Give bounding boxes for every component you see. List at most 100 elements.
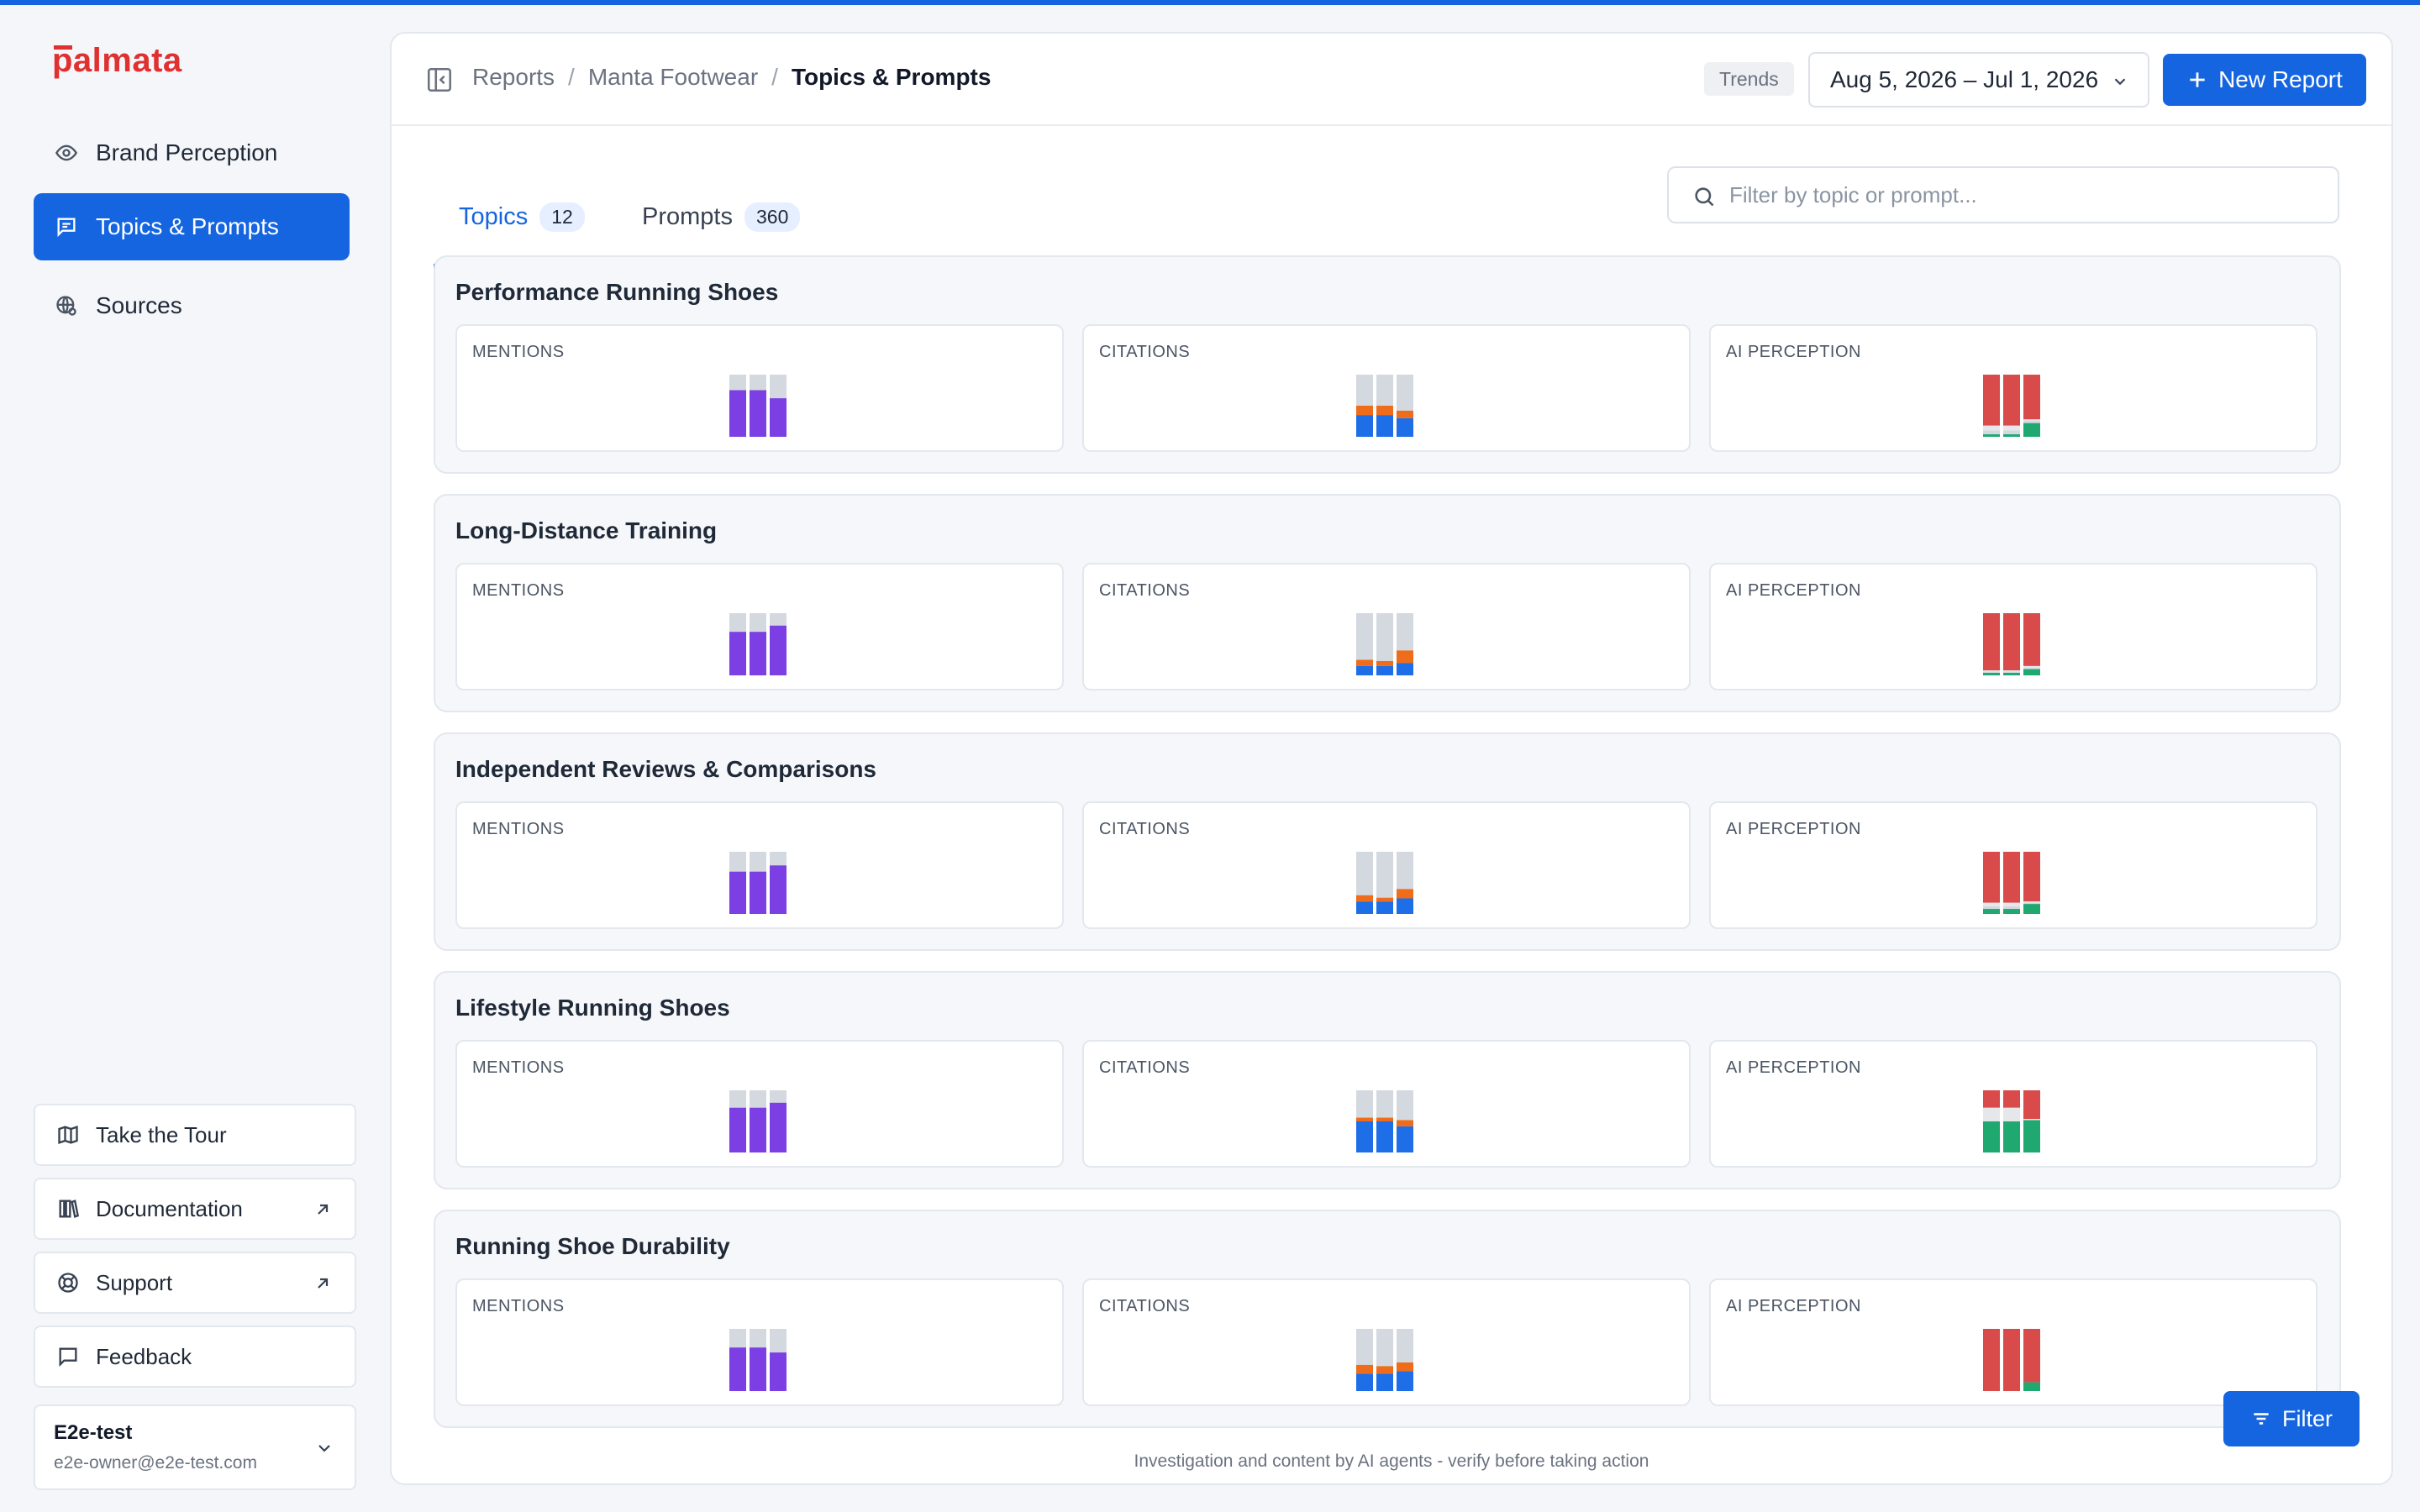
citations-metric-card[interactable]: CITATIONS xyxy=(1082,324,1691,452)
perception-metric-card[interactable]: AI PERCEPTION xyxy=(1709,563,2317,690)
topic-card[interactable]: Performance Running Shoes MENTIONS CITATIO… xyxy=(434,255,2341,474)
perception-neutral-segment xyxy=(1983,425,2000,431)
perception-positive-segment xyxy=(2003,434,2020,437)
citations-bar-secondary xyxy=(1397,650,1413,664)
sidebar-item-brand-perception[interactable]: Brand Perception xyxy=(34,119,350,186)
perception-positive-segment xyxy=(2023,1382,2040,1391)
mentions-bar xyxy=(750,1107,766,1152)
citations-bar-secondary xyxy=(1376,406,1393,416)
user-menu[interactable]: E2e-test e2e-owner@e2e-test.com xyxy=(34,1404,356,1490)
support-button[interactable]: Support xyxy=(34,1252,356,1314)
breadcrumb-brand[interactable]: Manta Footwear xyxy=(588,64,758,91)
perception-positive-segment xyxy=(1983,909,2000,914)
citations-bar-secondary xyxy=(1376,897,1393,902)
lifebuoy-icon xyxy=(55,1270,81,1295)
metric-label: MENTIONS xyxy=(472,343,565,361)
search-input[interactable] xyxy=(1729,181,2301,208)
topic-card[interactable]: Lifestyle Running Shoes MENTIONS CITATIONS… xyxy=(434,971,2341,1189)
perception-metric-card[interactable]: AI PERCEPTION xyxy=(1709,1278,2317,1406)
sidebar-item-topics-prompts[interactable]: Topics & Prompts xyxy=(34,193,350,260)
mentions-bar xyxy=(750,390,766,437)
tab-prompts[interactable]: Prompts 360 xyxy=(617,192,825,242)
filter-button[interactable]: Filter xyxy=(2223,1391,2360,1446)
new-report-label: New Report xyxy=(2218,66,2343,92)
metric-label: AI PERCEPTION xyxy=(1726,820,1861,838)
perception-neutral-segment xyxy=(2003,1107,2020,1121)
breadcrumb-separator: / xyxy=(771,64,778,90)
take-tour-label: Take the Tour xyxy=(96,1121,227,1147)
metric-label: MENTIONS xyxy=(472,581,565,600)
new-report-button[interactable]: New Report xyxy=(2163,54,2366,106)
ai-disclaimer: Investigation and content by AI agents -… xyxy=(1134,1452,1649,1471)
mentions-metric-card[interactable]: MENTIONS xyxy=(455,1040,1064,1168)
perception-neutral-segment xyxy=(2023,901,2040,903)
mentions-bar xyxy=(770,625,786,675)
perception-neutral-segment xyxy=(2003,425,2020,431)
topic-card[interactable]: Running Shoe Durability MENTIONS CITATIONS… xyxy=(434,1210,2341,1428)
perception-positive-segment xyxy=(2023,904,2040,914)
perception-positive-segment xyxy=(2023,669,2040,675)
citations-mini-chart xyxy=(1356,1329,1413,1391)
mentions-metric-card[interactable]: MENTIONS xyxy=(455,324,1064,452)
external-link-icon xyxy=(318,1278,329,1289)
trends-badge[interactable]: Trends xyxy=(1704,62,1794,96)
chevron-down-icon xyxy=(318,1445,330,1452)
citations-bar-secondary xyxy=(1376,1366,1393,1374)
tab-label: Prompts xyxy=(642,202,733,230)
mentions-metric-card[interactable]: MENTIONS xyxy=(455,1278,1064,1406)
citations-bar-primary xyxy=(1376,415,1393,437)
mentions-bar xyxy=(770,398,786,437)
sidebar-item-sources[interactable]: Sources xyxy=(34,272,350,339)
mentions-bar xyxy=(770,865,786,914)
books-icon xyxy=(55,1196,81,1221)
tab-topics[interactable]: Topics 12 xyxy=(434,192,610,242)
perception-positive-segment xyxy=(2003,673,2020,675)
mentions-bar xyxy=(729,632,746,675)
citations-bar-secondary xyxy=(1356,406,1373,416)
mentions-metric-card[interactable]: MENTIONS xyxy=(455,563,1064,690)
perception-negative-segment xyxy=(1983,1329,2000,1391)
citations-bar-primary xyxy=(1397,663,1413,675)
globe-search-icon xyxy=(54,293,79,318)
perception-metric-card[interactable]: AI PERCEPTION xyxy=(1709,801,2317,929)
perception-positive-segment xyxy=(1983,673,2000,675)
topic-card[interactable]: Independent Reviews & Comparisons MENTION… xyxy=(434,732,2341,951)
topic-title: Independent Reviews & Comparisons xyxy=(455,756,876,782)
citations-mini-chart xyxy=(1356,613,1413,675)
date-range-picker[interactable]: Aug 5, 2026 – Jul 1, 2026 xyxy=(1808,52,2149,108)
breadcrumb-reports[interactable]: Reports xyxy=(472,64,555,91)
perception-neutral-segment xyxy=(2003,902,2020,907)
feedback-button[interactable]: Feedback xyxy=(34,1326,356,1388)
citations-metric-card[interactable]: CITATIONS xyxy=(1082,563,1691,690)
mentions-mini-chart xyxy=(729,1329,786,1391)
citations-metric-card[interactable]: CITATIONS xyxy=(1082,801,1691,929)
sidebar-collapse-icon[interactable] xyxy=(425,66,454,94)
search-box xyxy=(1667,166,2339,223)
citations-metric-card[interactable]: CITATIONS xyxy=(1082,1278,1691,1406)
perception-metric-card[interactable]: AI PERCEPTION xyxy=(1709,324,2317,452)
topic-card[interactable]: Long-Distance Training MENTIONS CITATIONS A… xyxy=(434,494,2341,712)
user-name: E2e-test xyxy=(54,1421,133,1444)
mentions-mini-chart xyxy=(729,613,786,675)
perception-positive-segment xyxy=(2003,909,2020,914)
citations-bar-primary xyxy=(1376,1373,1393,1391)
perception-positive-segment xyxy=(1983,1121,2000,1152)
page-header: Reports / Manta Footwear / Topics & Prom… xyxy=(392,34,2391,126)
perception-negative-segment xyxy=(2023,613,2040,666)
mentions-metric-card[interactable]: MENTIONS xyxy=(455,801,1064,929)
message-list-icon xyxy=(54,214,79,239)
citations-bar-secondary xyxy=(1376,660,1393,666)
metric-label: AI PERCEPTION xyxy=(1726,581,1861,600)
brand-logo[interactable]: palmata xyxy=(52,42,182,80)
perception-negative-segment xyxy=(1983,613,2000,671)
perception-neutral-segment xyxy=(1983,902,2000,907)
documentation-button[interactable]: Documentation xyxy=(34,1178,356,1240)
citations-metric-card[interactable]: CITATIONS xyxy=(1082,1040,1691,1168)
take-tour-button[interactable]: Take the Tour xyxy=(34,1104,356,1166)
metric-label: CITATIONS xyxy=(1099,343,1191,361)
perception-metric-card[interactable]: AI PERCEPTION xyxy=(1709,1040,2317,1168)
perception-neutral-segment xyxy=(1983,670,2000,672)
documentation-label: Documentation xyxy=(96,1195,243,1221)
mentions-bar xyxy=(750,871,766,914)
citations-bar-primary xyxy=(1397,1126,1413,1152)
